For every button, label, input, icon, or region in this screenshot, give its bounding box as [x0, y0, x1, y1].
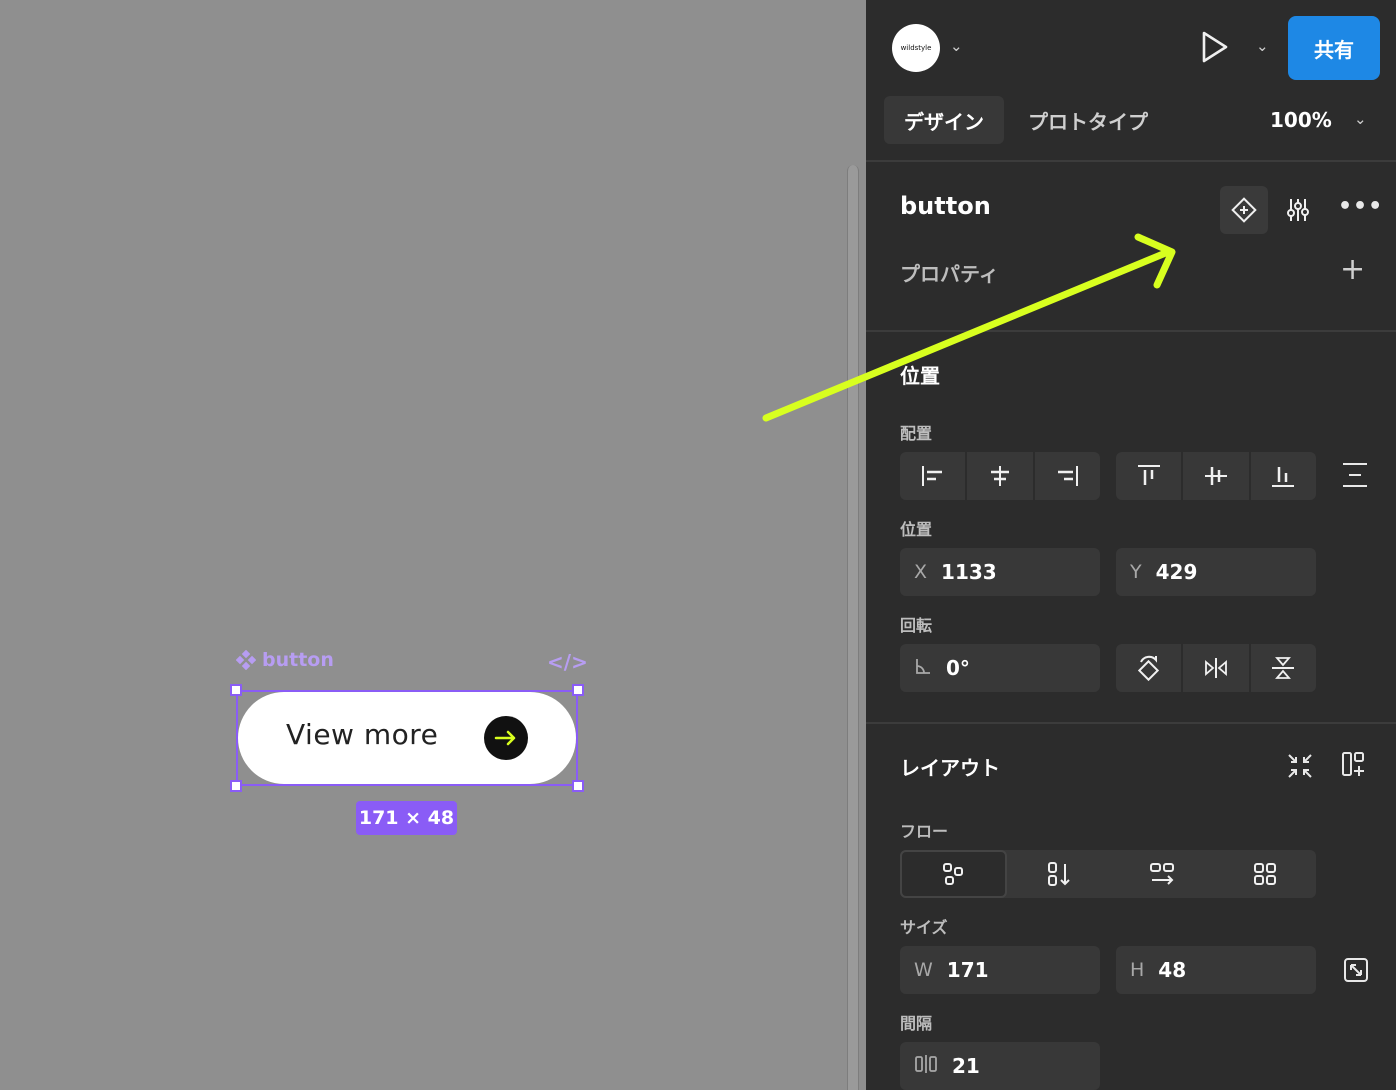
resize-handle-top-right[interactable] [572, 684, 584, 696]
canvas-scrollbar[interactable] [847, 165, 859, 1090]
resize-handle-bottom-left[interactable] [230, 780, 242, 792]
zoom-level[interactable]: 100% [1270, 96, 1332, 144]
divider [866, 160, 1396, 162]
chevron-down-icon[interactable]: ⌄ [950, 37, 963, 55]
chevron-down-icon[interactable]: ⌄ [1256, 37, 1269, 55]
avatar[interactable]: wildstyle [892, 24, 940, 72]
panel-topbar: wildstyle ⌄ ⌄ 共有 [866, 0, 1396, 96]
height-field[interactable]: H 48 [1116, 946, 1316, 994]
h-value: 48 [1158, 958, 1187, 982]
flow-group [900, 850, 1316, 898]
flow-label: フロー [900, 822, 949, 841]
width-field[interactable]: W 171 [900, 946, 1100, 994]
h-label: H [1130, 959, 1145, 981]
position-label: 位置 [900, 520, 933, 539]
align-vertical-center-icon[interactable] [1183, 452, 1251, 500]
align-top-icon[interactable] [1116, 452, 1184, 500]
flow-grid-icon[interactable] [1213, 850, 1316, 898]
y-label: Y [1130, 561, 1142, 583]
properties-label: プロパティ [900, 262, 999, 286]
component-icon [236, 650, 256, 670]
add-auto-layout-icon[interactable] [1340, 750, 1370, 784]
flow-vertical-icon[interactable] [1007, 850, 1110, 898]
size-label: サイズ [900, 918, 948, 937]
y-value: 429 [1155, 560, 1198, 584]
rotation-value: 0° [946, 656, 970, 680]
transform-group [1116, 644, 1316, 692]
flip-vertical-icon[interactable] [1251, 644, 1316, 692]
more-options-icon[interactable]: ••• [1338, 194, 1383, 219]
component-instance-button[interactable] [1220, 186, 1268, 234]
flow-horizontal-icon[interactable] [1110, 850, 1213, 898]
w-label: W [914, 959, 933, 981]
collapse-icon[interactable] [1286, 752, 1314, 784]
size-badge: 171 × 48 [356, 801, 457, 835]
x-label: X [914, 561, 928, 583]
flow-freeform-icon[interactable] [900, 850, 1007, 898]
resize-handle-top-left[interactable] [230, 684, 242, 696]
align-right-icon[interactable] [1035, 452, 1100, 500]
divider [866, 722, 1396, 724]
align-bottom-icon[interactable] [1251, 452, 1316, 500]
code-icon[interactable]: </> [547, 650, 588, 674]
tab-design[interactable]: デザイン [884, 96, 1004, 144]
chevron-down-icon[interactable]: ⌄ [1354, 110, 1367, 128]
rotation-label: 回転 [900, 616, 933, 635]
position-section-title: 位置 [900, 364, 940, 388]
divider [866, 330, 1396, 332]
rotation-field[interactable]: 0° [900, 644, 1100, 692]
gap-icon [914, 1053, 938, 1079]
adjust-sliders-icon[interactable] [1284, 196, 1312, 228]
gap-label: 間隔 [900, 1014, 933, 1033]
align-left-icon[interactable] [900, 452, 968, 500]
properties-panel: wildstyle ⌄ ⌄ 共有 デザイン プロトタイプ 100% ⌄ butt… [866, 0, 1396, 1090]
design-canvas[interactable]: button </> View more 171 × 48 [0, 0, 866, 1090]
w-value: 171 [946, 958, 989, 982]
gap-field[interactable]: 21 [900, 1042, 1100, 1090]
component-title: button [900, 192, 991, 220]
share-button[interactable]: 共有 [1288, 16, 1380, 80]
horizontal-align-group [900, 452, 1100, 500]
resize-handle-bottom-right[interactable] [572, 780, 584, 792]
vertical-align-group [1116, 452, 1316, 500]
align-horizontal-center-icon[interactable] [967, 452, 1035, 500]
y-position-field[interactable]: Y 429 [1116, 548, 1316, 596]
align-label: 配置 [900, 424, 933, 443]
distribute-icon[interactable] [1340, 460, 1370, 494]
component-diamond-icon [1231, 197, 1257, 223]
flip-horizontal-icon[interactable] [1183, 644, 1251, 692]
selection-box [236, 690, 578, 786]
angle-icon [914, 657, 932, 679]
x-position-field[interactable]: X 1133 [900, 548, 1100, 596]
tab-prototype[interactable]: プロトタイプ [1028, 96, 1148, 144]
panel-tabs: デザイン プロトタイプ 100% ⌄ [884, 96, 1384, 144]
x-value: 1133 [941, 560, 997, 584]
gap-value: 21 [952, 1054, 980, 1078]
component-name-label[interactable]: button [236, 649, 334, 671]
resize-to-fit-icon[interactable] [1342, 956, 1370, 988]
add-property-icon[interactable]: + [1340, 252, 1365, 287]
rotate-icon[interactable] [1116, 644, 1184, 692]
play-icon[interactable] [1200, 30, 1230, 68]
layout-section-title: レイアウト [900, 756, 1000, 780]
